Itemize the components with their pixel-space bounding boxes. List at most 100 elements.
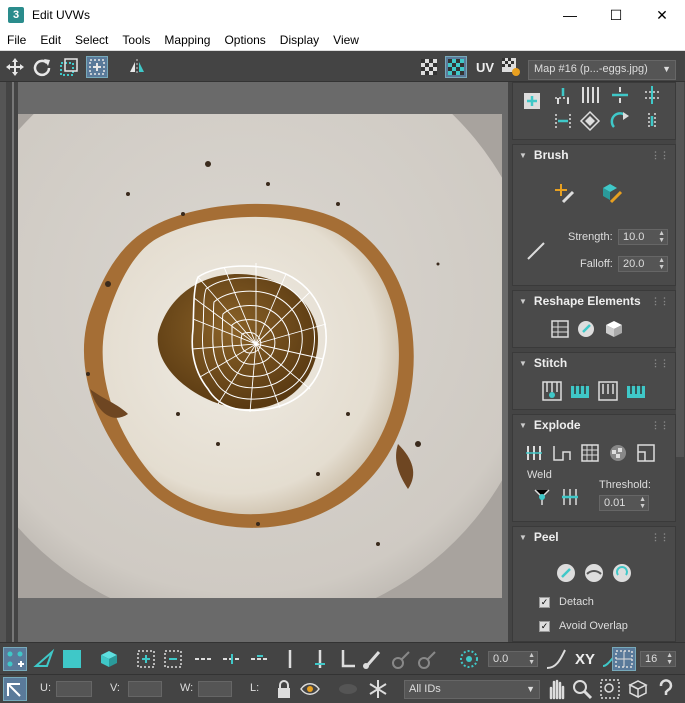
threshold-spinner[interactable]: 0.01 ▲ ▼: [599, 495, 649, 511]
pack-icon[interactable]: [519, 89, 545, 113]
break-icon[interactable]: [521, 441, 547, 465]
edge-distance-icon[interactable]: [612, 647, 636, 671]
edge-ring-icon[interactable]: [278, 647, 302, 671]
reset-peel-icon[interactable]: [609, 561, 635, 585]
menu-options[interactable]: Options: [217, 33, 272, 47]
element-mode-icon[interactable]: [97, 647, 121, 671]
freeze-icon[interactable]: [366, 677, 390, 701]
close-button[interactable]: ✕: [639, 0, 685, 30]
menu-display[interactable]: Display: [273, 33, 326, 47]
weld-all-icon[interactable]: [557, 485, 583, 509]
uv-toggle[interactable]: UV: [472, 56, 498, 78]
menu-view[interactable]: View: [326, 33, 366, 47]
quick-peel-icon[interactable]: [553, 561, 579, 585]
peel-mode-icon[interactable]: [581, 561, 607, 585]
shrink-ring-icon[interactable]: [334, 647, 358, 671]
straighten-selection-icon[interactable]: [547, 317, 573, 341]
panel-scrollbar[interactable]: [676, 82, 684, 457]
shrink-brush-icon[interactable]: [416, 647, 440, 671]
flatten-by-material-icon[interactable]: [605, 441, 631, 465]
hide-icon[interactable]: [298, 677, 322, 701]
weld-selected-icon[interactable]: [529, 485, 555, 509]
zoom-icon[interactable]: [570, 677, 594, 701]
paint-relax-icon[interactable]: [599, 181, 625, 205]
move-icon[interactable]: [4, 56, 26, 78]
distribute-icon[interactable]: [577, 83, 603, 107]
relax-custom-icon[interactable]: [601, 317, 627, 341]
w-coordinate-field[interactable]: [198, 681, 232, 697]
falloff-curve-icon[interactable]: [544, 647, 568, 671]
falloff-spinner[interactable]: 20.0 ▲ ▼: [618, 256, 668, 272]
v-coordinate-field[interactable]: [128, 681, 162, 697]
angle-spinner[interactable]: 0.0 ▲ ▼: [488, 651, 538, 667]
lock-icon[interactable]: [272, 677, 296, 701]
menu-tools[interactable]: Tools: [115, 33, 157, 47]
flatten-by-smoothing-icon[interactable]: [633, 441, 659, 465]
checker-icon[interactable]: [418, 56, 440, 78]
uv-viewport[interactable]: [18, 82, 508, 642]
detach-checkbox[interactable]: ✓: [539, 597, 550, 608]
align-vertical-2-icon[interactable]: [639, 109, 665, 133]
brush-line-icon[interactable]: [523, 239, 549, 263]
show-icon[interactable]: [336, 677, 360, 701]
reshape-header[interactable]: ▼ Reshape Elements ⋮⋮: [513, 291, 675, 311]
stitch-to-source-icon[interactable]: [623, 379, 649, 403]
brush-header[interactable]: ▼ Brush ⋮⋮: [513, 145, 675, 165]
edge-distance-spinner[interactable]: 16 ▲ ▼: [640, 651, 676, 667]
rotate-90-icon[interactable]: [607, 109, 633, 133]
scale-icon[interactable]: [58, 56, 80, 78]
paint-move-icon[interactable]: [551, 181, 577, 205]
peel-header[interactable]: ▼ Peel ⋮⋮: [513, 527, 675, 547]
spinner-arrows-icon[interactable]: ▲ ▼: [639, 496, 646, 510]
rotate-icon[interactable]: [31, 56, 53, 78]
stitch-header[interactable]: ▼ Stitch ⋮⋮: [513, 353, 675, 373]
edge-mode-icon[interactable]: [32, 647, 56, 671]
zoom-extents-icon[interactable]: [626, 677, 650, 701]
zoom-region-icon[interactable]: [598, 677, 622, 701]
mirror-icon[interactable]: [126, 56, 148, 78]
soft-selection-icon[interactable]: [457, 647, 481, 671]
strength-spinner[interactable]: 10.0 ▲ ▼: [618, 229, 668, 245]
freeform-icon[interactable]: [86, 56, 108, 78]
minimize-button[interactable]: —: [547, 0, 593, 30]
align-horizontal-icon[interactable]: [550, 83, 576, 107]
align-vertical-icon[interactable]: [607, 83, 633, 107]
avoid-overlap-checkbox[interactable]: ✓: [539, 621, 550, 632]
detach-edge-verts-icon[interactable]: [549, 441, 575, 465]
shrink-loop-icon[interactable]: [248, 647, 272, 671]
spinner-arrows-icon[interactable]: ▲ ▼: [528, 652, 535, 666]
menu-mapping[interactable]: Mapping: [157, 33, 217, 47]
space-horizontal-icon[interactable]: [639, 83, 665, 107]
spinner-arrows-icon[interactable]: ▲ ▼: [658, 230, 665, 244]
ids-select[interactable]: All IDs ▼: [404, 680, 540, 699]
xy-toggle[interactable]: XY: [572, 647, 598, 671]
shrink-selection-icon[interactable]: [161, 647, 185, 671]
grow-loop-icon[interactable]: [220, 647, 244, 671]
grow-selection-icon[interactable]: [134, 647, 158, 671]
spinner-arrows-icon[interactable]: ▲ ▼: [658, 257, 665, 271]
stitch-average-icon[interactable]: [595, 379, 621, 403]
checker-settings-icon[interactable]: [500, 56, 522, 78]
relax-icon[interactable]: [577, 109, 603, 133]
spinner-arrows-icon[interactable]: ▲ ▼: [666, 652, 673, 666]
enlarge-brush-icon[interactable]: [390, 647, 414, 671]
checker-map-icon[interactable]: [445, 56, 467, 78]
map-select[interactable]: Map #16 (p...-eggs.jpg) ▼: [528, 60, 676, 80]
menu-select[interactable]: Select: [68, 33, 115, 47]
relax-until-flat-icon[interactable]: [573, 317, 599, 341]
menu-file[interactable]: File: [0, 33, 33, 47]
explode-header[interactable]: ▼ Explode ⋮⋮: [513, 415, 675, 435]
u-coordinate-field[interactable]: [56, 681, 92, 697]
paint-select-icon[interactable]: [360, 647, 384, 671]
flatten-icon[interactable]: [577, 441, 603, 465]
straighten-icon[interactable]: [550, 109, 576, 133]
help-icon[interactable]: [654, 677, 678, 701]
absolute-offset-icon[interactable]: [3, 677, 27, 701]
menu-edit[interactable]: Edit: [33, 33, 68, 47]
edge-loop-icon[interactable]: [192, 647, 216, 671]
face-mode-icon[interactable]: [60, 647, 84, 671]
stitch-to-target-icon[interactable]: [567, 379, 593, 403]
grow-ring-icon[interactable]: [308, 647, 332, 671]
maximize-button[interactable]: ☐: [593, 0, 639, 30]
stitch-custom-icon[interactable]: [539, 379, 565, 403]
